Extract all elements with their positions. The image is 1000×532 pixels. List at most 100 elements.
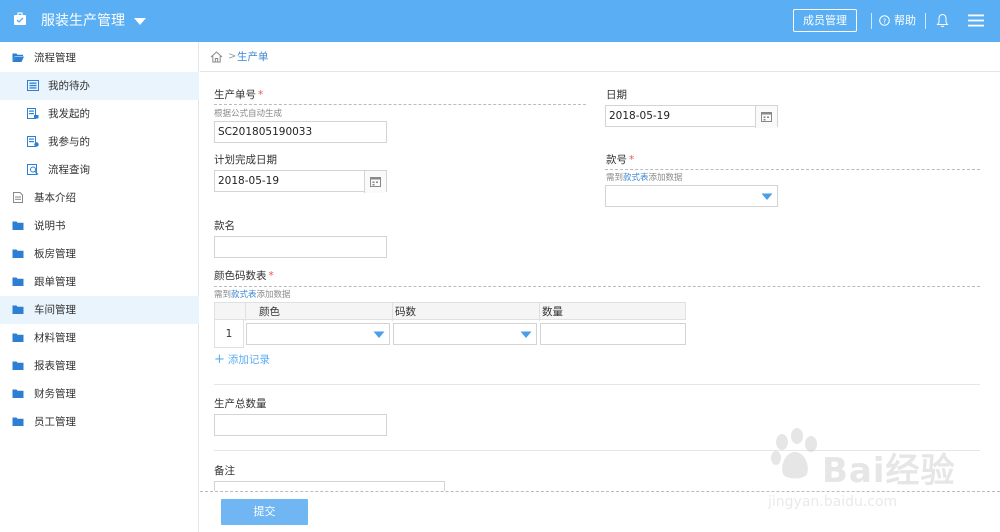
order-no-label: 生产单号 *: [214, 89, 264, 101]
breadcrumb-separator: >: [228, 51, 237, 62]
sidebar-item-initiated[interactable]: 我发起的: [0, 100, 199, 128]
sidebar-item-reports[interactable]: 报表管理: [0, 352, 199, 380]
field-divider: [214, 104, 586, 105]
style-no-select[interactable]: [605, 185, 778, 207]
planned-date-label: 计划完成日期: [214, 154, 277, 166]
watermark-text: Bai经验: [822, 451, 956, 491]
total-qty-label: 生产总数量: [214, 398, 267, 410]
folder-icon: [12, 305, 24, 314]
caret-down-icon[interactable]: [133, 16, 147, 26]
planned-date-value: 2018-05-19: [218, 175, 280, 187]
breadcrumb-current[interactable]: 生产单: [237, 50, 269, 64]
sidebar-item-staff[interactable]: 员工管理: [0, 408, 199, 436]
column-separator: [392, 303, 393, 321]
sidebar-item-process-query[interactable]: 流程查询: [0, 156, 199, 184]
document-icon: [13, 192, 23, 203]
column-header-color: 颜色: [259, 306, 280, 318]
help-link[interactable]: 帮助: [894, 13, 916, 28]
header-separator: [925, 13, 926, 29]
planned-date-picker-button[interactable]: [364, 171, 386, 193]
caret-down-icon: [761, 193, 773, 200]
style-no-hint: 需到款式表添加数据: [606, 173, 683, 183]
column-header-size: 码数: [395, 306, 416, 318]
order-no-hint: 根据公式自动生成: [214, 109, 283, 119]
folder-icon: [12, 221, 24, 230]
participated-icon: [27, 136, 39, 147]
calendar-icon: [370, 177, 381, 187]
date-value: 2018-05-19: [609, 110, 671, 122]
sidebar-item-label: 材料管理: [34, 332, 76, 344]
color-select[interactable]: [246, 323, 390, 345]
style-table-link[interactable]: 款式表: [623, 173, 649, 183]
caret-down-icon: [520, 331, 532, 338]
column-separator: [539, 303, 540, 321]
style-table-link[interactable]: 款式表: [231, 290, 257, 300]
sidebar-item-workshop[interactable]: 车间管理: [0, 296, 199, 324]
caret-down-icon: [373, 331, 385, 338]
breadcrumb: > 生产单: [200, 42, 1000, 72]
initiated-icon: [27, 108, 39, 119]
field-divider: [214, 286, 980, 287]
sidebar-item-sample-room[interactable]: 板房管理: [0, 240, 199, 268]
folder-icon: [12, 417, 24, 426]
size-dropdown[interactable]: [516, 324, 536, 344]
qty-input[interactable]: [540, 323, 686, 345]
sidebar-item-manual[interactable]: 说明书: [0, 212, 199, 240]
folder-open-icon: [12, 53, 24, 62]
total-qty-field[interactable]: [214, 414, 387, 436]
table-row-index: 1: [214, 320, 244, 348]
watermark-url: jingyan.baidu.com: [768, 494, 898, 510]
sidebar-item-label: 跟单管理: [34, 276, 76, 288]
sidebar-item-label: 我发起的: [48, 108, 90, 120]
sidebar-item-materials[interactable]: 材料管理: [0, 324, 199, 352]
sidebar-item-label: 基本介绍: [34, 192, 76, 204]
sidebar-item-label: 车间管理: [34, 304, 76, 316]
order-no-field[interactable]: SC201805190033: [214, 121, 387, 143]
sidebar-item-my-todo[interactable]: 我的待办: [0, 72, 199, 100]
paw-logo-icon: [771, 428, 817, 479]
app-header: 服装生产管理 成员管理 ? 帮助: [0, 0, 1000, 42]
bell-icon[interactable]: [936, 13, 949, 28]
baidu-watermark: Bai经验 jingyan.baidu.com: [760, 418, 980, 518]
folder-icon: [12, 361, 24, 370]
section-divider: [214, 384, 980, 385]
sidebar-item-label: 说明书: [34, 220, 66, 232]
members-button[interactable]: 成员管理: [793, 9, 857, 32]
color-size-hint: 需到款式表添加数据: [214, 290, 291, 300]
sidebar-item-label: 我的待办: [48, 80, 90, 92]
help-icon[interactable]: ?: [879, 15, 890, 26]
sidebar-item-intro[interactable]: 基本介绍: [0, 184, 199, 212]
add-record-button[interactable]: + 添加记录: [214, 353, 270, 367]
sidebar-item-finance[interactable]: 财务管理: [0, 380, 199, 408]
sidebar-item-process-management[interactable]: 流程管理: [0, 44, 199, 72]
table-header: 颜色 码数 数量: [214, 302, 686, 321]
color-dropdown[interactable]: [369, 324, 389, 344]
remark-field[interactable]: [214, 481, 445, 491]
remark-label: 备注: [214, 465, 235, 477]
field-divider: [605, 169, 980, 170]
hamburger-menu-icon[interactable]: [968, 14, 984, 27]
size-select[interactable]: [393, 323, 537, 345]
sidebar-item-label: 员工管理: [34, 416, 76, 428]
calendar-icon: [761, 112, 772, 122]
sidebar-item-order-tracking[interactable]: 跟单管理: [0, 268, 199, 296]
date-label: 日期: [606, 89, 627, 101]
planned-date-field[interactable]: 2018-05-19: [214, 170, 387, 193]
sidebar-item-label: 流程查询: [48, 164, 90, 176]
sidebar-item-label: 板房管理: [34, 248, 76, 260]
sidebar-item-participated[interactable]: 我参与的: [0, 128, 199, 156]
sidebar: 流程管理 我的待办 我发起的 我参与的 流程查询 基本介绍 说明书 板房管理 跟…: [0, 42, 199, 532]
style-no-dropdown[interactable]: [757, 186, 777, 206]
submit-button[interactable]: 提交: [221, 499, 308, 525]
column-separator: [245, 303, 246, 321]
date-field[interactable]: 2018-05-19: [605, 105, 778, 128]
todo-list-icon: [27, 80, 39, 91]
style-name-field[interactable]: [214, 236, 387, 258]
sidebar-item-label: 流程管理: [34, 52, 76, 64]
sidebar-item-label: 我参与的: [48, 136, 90, 148]
date-picker-button[interactable]: [755, 106, 777, 128]
style-name-label: 款名: [214, 220, 235, 232]
process-search-icon: [27, 164, 39, 175]
home-icon[interactable]: [210, 51, 223, 63]
app-title[interactable]: 服装生产管理: [41, 12, 125, 30]
